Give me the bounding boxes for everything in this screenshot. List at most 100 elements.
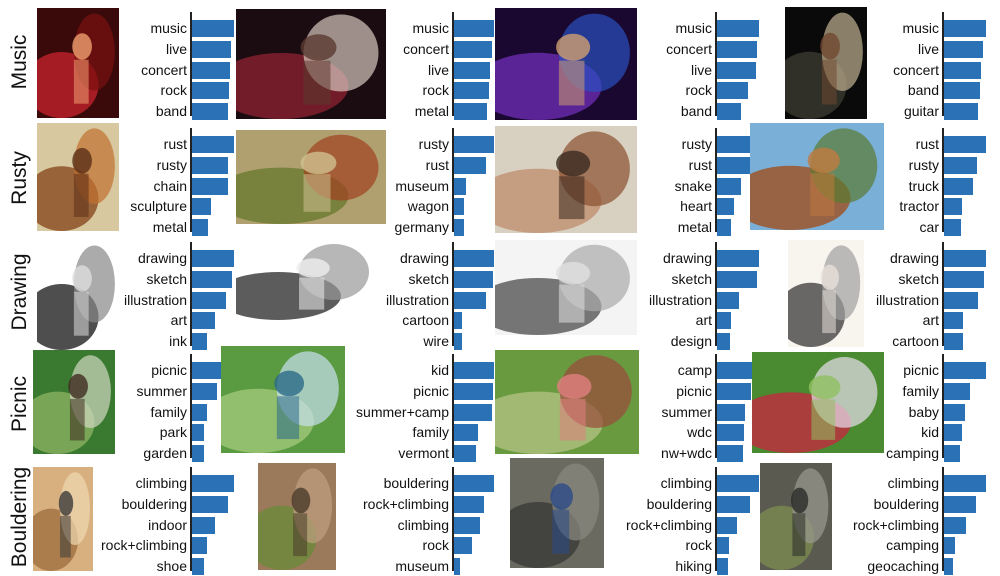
tag-label: rusty	[908, 157, 939, 173]
tag-label: family	[412, 424, 449, 440]
tag-score-bar	[944, 250, 986, 267]
tag-score-bar	[192, 20, 234, 37]
tag-label: drawing	[889, 250, 939, 266]
tag-label: rock+climbing	[363, 496, 449, 512]
tag-label: museum	[395, 178, 449, 194]
tag-label: bouldering	[383, 475, 449, 491]
tag-label: illustration	[875, 292, 939, 308]
climber-on-boulder-photo	[510, 458, 604, 568]
tag-label: chain	[153, 178, 187, 194]
tag-label: garden	[143, 445, 187, 461]
tag-score-bar	[192, 424, 204, 441]
tag-score-bar	[717, 424, 744, 441]
woman-cartoon-speech-bubble-photo	[788, 240, 864, 347]
tag-score-bar	[944, 103, 978, 120]
tag-score-bar	[192, 250, 234, 267]
tag-label: picnic	[413, 383, 449, 399]
tag-label: rock	[422, 82, 449, 98]
tag-label: park	[159, 424, 187, 440]
row-label-bouldering: Bouldering	[8, 466, 31, 568]
figure: Music music live concert rock band music conc…	[0, 0, 1000, 575]
tag-score-bar	[717, 198, 734, 215]
tag-label: music	[412, 20, 449, 36]
tag-score-bar	[944, 219, 961, 236]
row-label-drawing: Drawing	[8, 253, 31, 331]
tag-score-bar	[944, 41, 983, 58]
tag-score-bar	[717, 404, 745, 421]
tag-score-bar	[192, 445, 204, 462]
tag-label: illustration	[385, 292, 449, 308]
tag-score-bar	[192, 178, 228, 195]
caricature-woman-sketch-photo	[37, 240, 119, 350]
tag-label: art	[922, 312, 939, 328]
tag-score-bar	[192, 41, 231, 58]
tag-score-bar	[454, 292, 486, 309]
row-label-music: Music	[8, 34, 31, 90]
woman-pink-hair-picnic-photo	[495, 350, 639, 454]
tag-score-bar	[944, 404, 965, 421]
tag-score-bar	[944, 198, 962, 215]
tag-score-bar	[192, 537, 207, 554]
tag-score-bar	[192, 62, 230, 79]
tag-label: climbing	[397, 517, 449, 533]
tag-score-bar	[944, 537, 955, 554]
tag-label: illustration	[648, 292, 712, 308]
tag-label: guitar	[903, 103, 939, 119]
tag-score-bar	[944, 157, 977, 174]
tag-score-bar	[454, 136, 494, 153]
tag-score-bar	[717, 496, 750, 513]
tag-label: truck	[908, 178, 939, 194]
tag-label: live	[427, 62, 449, 78]
tag-label: germany	[394, 219, 449, 235]
tag-score-bar	[454, 496, 484, 513]
tag-label: art	[170, 312, 187, 328]
tag-label: summer	[661, 404, 712, 420]
tag-label: climbing	[660, 475, 712, 491]
tag-label: family	[902, 383, 939, 399]
tag-score-bar	[192, 136, 234, 153]
tag-label: kid	[431, 362, 449, 378]
tag-label: cartoon	[402, 312, 449, 328]
tag-score-bar	[454, 312, 462, 329]
tag-label: nw+wdc	[661, 445, 712, 461]
tag-score-bar	[717, 82, 748, 99]
outdoor-rock-boulder-photo	[258, 463, 336, 570]
tag-label: design	[670, 333, 712, 349]
tag-score-bar	[717, 517, 737, 534]
tag-label: baby	[908, 404, 939, 420]
tag-label: music	[902, 20, 939, 36]
tag-label: bouldering	[121, 496, 187, 512]
tag-score-bar	[717, 292, 739, 309]
rusty-chain-photo	[37, 123, 119, 231]
tag-label: snake	[674, 178, 712, 194]
tag-label: picnic	[676, 383, 712, 399]
tag-label: wagon	[407, 198, 449, 214]
tag-score-bar	[944, 383, 970, 400]
tag-score-bar	[454, 333, 462, 350]
concert-mandolin-purple-light-photo	[495, 8, 637, 120]
tag-label: band	[155, 103, 187, 119]
guitarist-singing-dark-photo	[785, 7, 867, 119]
tag-score-bar	[454, 445, 476, 462]
tag-label: concert	[893, 62, 939, 78]
tag-label: illustration	[123, 292, 187, 308]
tag-label: car	[919, 219, 939, 235]
concert-guitarist-red-light-photo	[37, 8, 119, 118]
indoor-climbing-wall-photo	[33, 467, 93, 571]
tag-score-bar	[944, 475, 986, 492]
tag-score-bar	[944, 136, 986, 153]
tag-label: rust	[915, 136, 939, 152]
tag-label: drawing	[662, 250, 712, 266]
tag-label: drawing	[399, 250, 449, 266]
tag-label: music	[675, 20, 712, 36]
tag-score-bar	[454, 424, 478, 441]
tag-score-bar	[454, 517, 480, 534]
tag-score-bar	[454, 362, 494, 379]
tag-label: rock	[685, 537, 712, 553]
tag-label: sketch	[898, 271, 939, 287]
tag-score-bar	[944, 312, 963, 329]
tag-score-bar	[717, 250, 759, 267]
tag-label: shoe	[156, 558, 187, 574]
tag-label: rust	[163, 136, 187, 152]
tag-score-bar	[192, 82, 229, 99]
